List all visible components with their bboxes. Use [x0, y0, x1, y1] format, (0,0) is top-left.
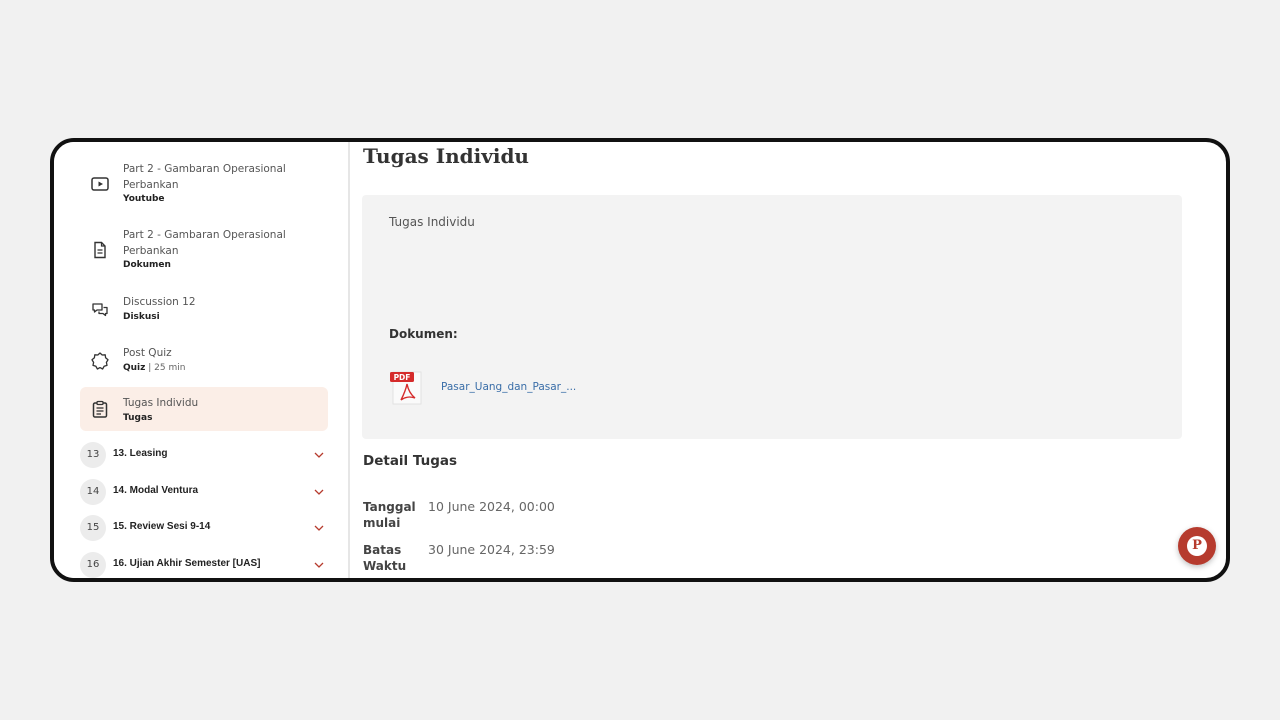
start-date-value: 10 June 2024, 00:00: [428, 499, 555, 514]
section-row-14[interactable]: 14 14. Modal Ventura: [80, 477, 330, 507]
pdf-badge-text: PDF: [394, 373, 411, 382]
sidebar-item-type: Diskusi: [123, 311, 160, 322]
sidebar-item-type: Quiz | 25 min: [123, 362, 323, 375]
sidebar-item-title: Post Quiz: [123, 347, 172, 359]
sidebar-item-discussion[interactable]: Discussion 12 Diskusi: [80, 295, 328, 325]
chat-assistant-button[interactable]: P: [1178, 527, 1216, 565]
course-sidebar: Part 2 - Gambaran Operasional Perbankan …: [54, 142, 350, 578]
sidebar-item-title: Tugas Individu: [123, 397, 199, 409]
section-number: 15: [80, 515, 106, 541]
quiz-badge-icon: [90, 351, 110, 371]
deadline-value: 30 June 2024, 23:59: [428, 542, 555, 557]
section-title: 14. Modal Ventura: [113, 485, 199, 496]
section-title: 15. Review Sesi 9-14: [113, 521, 211, 532]
p-logo-icon: P: [1187, 536, 1207, 556]
discussion-icon: [90, 300, 110, 320]
section-row-13[interactable]: 13 13. Leasing: [80, 440, 330, 470]
chevron-down-icon[interactable]: [312, 521, 326, 535]
document-icon: [90, 240, 110, 260]
app-frame: Part 2 - Gambaran Operasional Perbankan …: [50, 138, 1230, 582]
deadline-label: Batas Waktu: [363, 543, 407, 573]
sidebar-item-dokumen[interactable]: Part 2 - Gambaran Operasional Perbankan …: [80, 228, 328, 272]
clipboard-icon: [90, 399, 110, 419]
start-date-label: Tanggal mulai: [363, 500, 416, 530]
quiz-type-label: Quiz: [123, 362, 146, 373]
sidebar-item-type: Tugas: [123, 412, 153, 423]
assignment-description: Tugas Individu: [389, 215, 475, 229]
section-row-16[interactable]: 16 16. Ujian Akhir Semester [UAS]: [80, 550, 330, 578]
section-title: 16. Ujian Akhir Semester [UAS]: [113, 558, 261, 569]
sidebar-item-title: Part 2 - Gambaran Operasional Perbankan: [123, 163, 286, 191]
sidebar-item-tugas-individu[interactable]: Tugas Individu Tugas: [80, 387, 328, 431]
document-file-link[interactable]: Pasar_Uang_dan_Pasar_...: [441, 381, 581, 393]
assignment-description-card: Tugas Individu Dokumen: PDF Pasar_Uang_d…: [362, 195, 1182, 439]
chevron-down-icon[interactable]: [312, 448, 326, 462]
quiz-duration: | 25 min: [145, 362, 186, 373]
video-play-icon: [90, 174, 110, 194]
section-number: 16: [80, 552, 106, 578]
assignment-panel: Tugas Individu Tugas Individu Dokumen: P…: [350, 142, 1226, 578]
sidebar-item-youtube[interactable]: Part 2 - Gambaran Operasional Perbankan …: [80, 162, 328, 206]
chevron-down-icon[interactable]: [312, 485, 326, 499]
sidebar-item-type: Youtube: [123, 194, 165, 204]
section-number: 14: [80, 479, 106, 505]
section-number: 13: [80, 442, 106, 468]
sidebar-item-title: Discussion 12: [123, 296, 196, 308]
sidebar-item-post-quiz[interactable]: Post Quiz Quiz | 25 min: [80, 346, 328, 376]
detail-section-title: Detail Tugas: [363, 453, 458, 469]
documents-label: Dokumen:: [389, 327, 458, 341]
sidebar-item-type: Dokumen: [123, 260, 171, 270]
section-row-15[interactable]: 15 15. Review Sesi 9-14: [80, 513, 330, 543]
page-title: Tugas Individu: [363, 144, 529, 168]
section-title: 13. Leasing: [113, 448, 168, 459]
sidebar-item-title: Part 2 - Gambaran Operasional Perbankan: [123, 229, 286, 257]
pdf-file-icon[interactable]: PDF: [389, 370, 423, 406]
chevron-down-icon[interactable]: [312, 558, 326, 572]
